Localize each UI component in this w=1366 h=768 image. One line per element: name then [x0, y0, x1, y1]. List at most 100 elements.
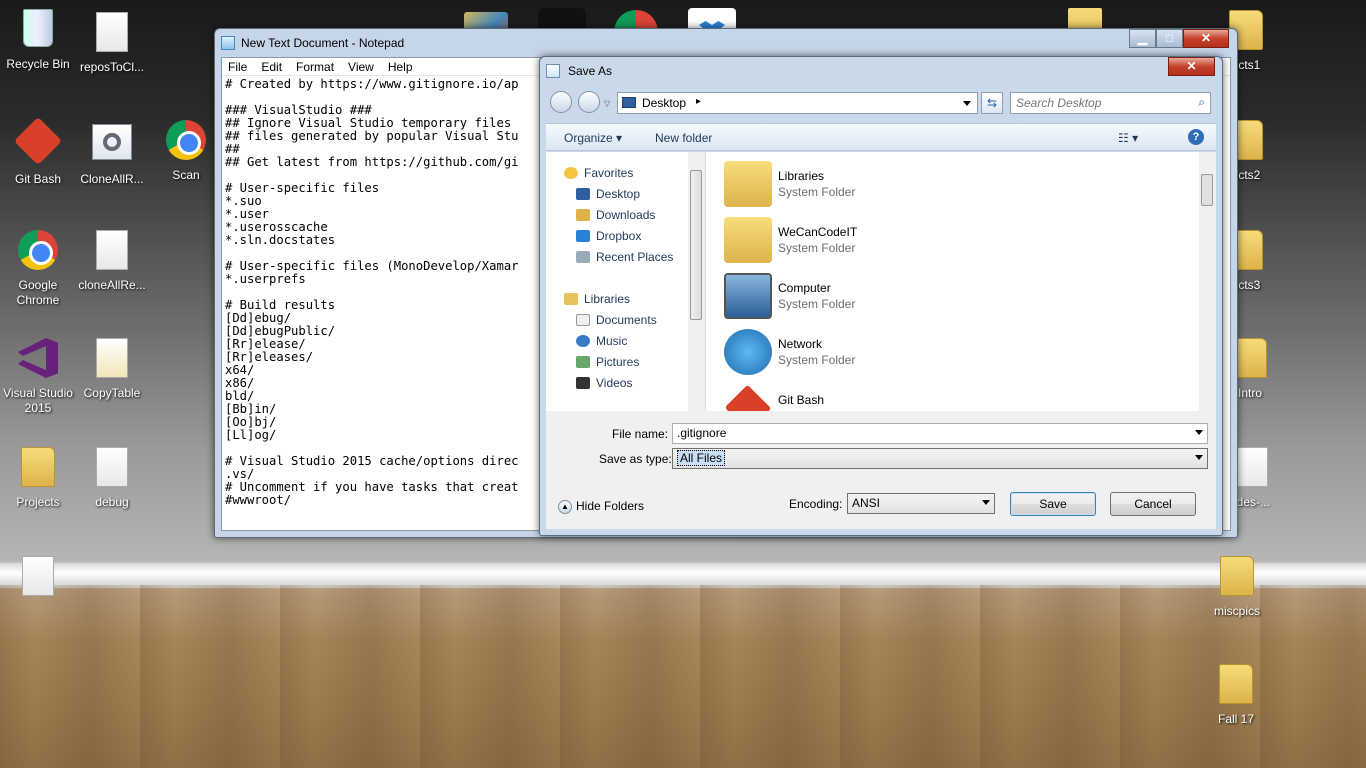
chevron-down-icon[interactable]: [1195, 430, 1203, 435]
file-item-type: System Folder: [778, 353, 856, 367]
maximize-button[interactable]: □: [1156, 29, 1183, 48]
dropbox-icon: [576, 229, 590, 242]
chevron-down-icon[interactable]: [963, 101, 971, 106]
desktop-icon-label: miscpics: [1213, 604, 1260, 618]
recent-locations-icon[interactable]: ▽: [604, 99, 610, 108]
file-item-type: System Folder: [778, 241, 856, 255]
nav-item-music[interactable]: Music: [564, 330, 698, 351]
minimize-button[interactable]: ▁: [1129, 29, 1156, 48]
desktop-icon-copytable[interactable]: CopyTable: [74, 336, 150, 400]
command-bar: Organize ▾ New folder ☷ ▾ ?: [546, 123, 1216, 151]
libraries-icon: [564, 292, 578, 305]
nav-scrollbar[interactable]: [688, 152, 705, 411]
desktop-icon-visual-studio[interactable]: Visual Studio 2015: [0, 336, 76, 416]
nav-item-pictures[interactable]: Pictures: [564, 351, 698, 372]
downloads-icon: [576, 208, 590, 221]
pictures-icon: [576, 355, 590, 368]
save-as-dialog[interactable]: Save As ✕ ▽ Desktop ▸ ⇆ ⌕ Organize ▾ New…: [539, 56, 1223, 536]
nav-libraries[interactable]: Libraries: [564, 288, 698, 309]
file-item[interactable]: Libraries System Folder: [706, 156, 1196, 212]
address-bar[interactable]: Desktop ▸: [617, 92, 978, 114]
navigation-pane: Favorites Desktop Downloads Dropbox Rece…: [546, 152, 706, 411]
file-item[interactable]: Network System Folder: [706, 324, 1196, 380]
visual-studio-icon: [16, 338, 60, 382]
save-as-titlebar[interactable]: Save As: [540, 57, 1222, 85]
notepad-titlebar[interactable]: New Text Document - Notepad: [215, 29, 1237, 57]
folder-icon: [1214, 664, 1258, 708]
view-options-button[interactable]: ☷ ▾: [1118, 131, 1138, 145]
file-item[interactable]: WeCanCodeIT System Folder: [706, 212, 1196, 268]
search-box[interactable]: ⌕: [1010, 92, 1211, 114]
organize-button[interactable]: Organize ▾: [564, 131, 622, 145]
close-button[interactable]: ✕: [1183, 29, 1229, 48]
desktop-icon-git-bash[interactable]: Git Bash: [0, 116, 76, 186]
desktop-icon-repostocl[interactable]: reposToCl...: [74, 10, 150, 74]
text-file-icon: [90, 230, 134, 274]
desktop-icon-label: Google Chrome: [16, 278, 60, 307]
chrome-icon: [164, 120, 208, 164]
desktop-icon-cloneallr[interactable]: CloneAllR...: [74, 120, 150, 186]
forward-button[interactable]: [578, 91, 600, 113]
file-list-scrollbar[interactable]: [1199, 152, 1216, 411]
file-item-type: System Folder: [778, 297, 856, 311]
desktop-icon-recycle-bin[interactable]: Recycle Bin: [0, 6, 76, 71]
desktop-icon-google-chrome[interactable]: Google Chrome: [0, 228, 76, 308]
desktop-icon-debug[interactable]: debug: [74, 445, 150, 509]
nav-favorites[interactable]: Favorites: [564, 162, 698, 183]
wallpaper-floor: [0, 585, 1366, 768]
menu-help[interactable]: Help: [388, 60, 413, 74]
desktop-icon-miscpics[interactable]: miscpics: [1199, 554, 1275, 618]
encoding-select[interactable]: ANSI: [847, 493, 995, 514]
chevron-down-icon[interactable]: [1195, 455, 1203, 460]
desktop-icon-untitled-file[interactable]: [0, 554, 76, 604]
file-item[interactable]: Computer System Folder: [706, 268, 1196, 324]
encoding-label: Encoding:: [789, 497, 843, 511]
organize-label: Organize: [564, 131, 613, 145]
chevron-down-icon[interactable]: [982, 500, 990, 505]
nav-item-videos[interactable]: Videos: [564, 372, 698, 393]
close-button[interactable]: ✕: [1168, 57, 1215, 76]
nav-item-downloads[interactable]: Downloads: [564, 204, 698, 225]
scrollbar-thumb[interactable]: [1201, 174, 1213, 206]
save-type-select[interactable]: All Files: [672, 448, 1208, 469]
desktop-icon-label: Visual Studio 2015: [3, 386, 73, 415]
menu-file[interactable]: File: [228, 60, 247, 74]
desktop-icon-scan[interactable]: Scan: [148, 118, 224, 182]
text-file-icon: [16, 556, 60, 600]
desktop-icon-label: Recycle Bin: [6, 57, 70, 71]
menu-edit[interactable]: Edit: [261, 60, 282, 74]
file-name-field[interactable]: .gitignore: [672, 423, 1208, 444]
chevron-up-icon: ▲: [558, 499, 572, 514]
documents-icon: [576, 313, 590, 326]
hide-folders-button[interactable]: ▲ Hide Folders: [558, 499, 644, 514]
nav-item-recent-places[interactable]: Recent Places: [564, 246, 698, 267]
desktop-icon-label: Git Bash: [14, 172, 62, 186]
back-button[interactable]: [550, 91, 572, 113]
scrollbar-thumb[interactable]: [690, 170, 702, 320]
search-input[interactable]: [1016, 94, 1186, 112]
desktop-icon-label: reposToCl...: [79, 60, 145, 74]
desktop-icon-fall17[interactable]: Fall 17: [1198, 662, 1274, 726]
desktop-icon-projects[interactable]: Projects: [0, 445, 76, 509]
new-folder-button[interactable]: New folder: [655, 131, 712, 145]
cancel-button[interactable]: Cancel: [1110, 492, 1196, 516]
save-button[interactable]: Save: [1010, 492, 1096, 516]
menu-view[interactable]: View: [348, 60, 374, 74]
chevron-right-icon[interactable]: ▸: [696, 96, 701, 107]
save-as-icon: [546, 64, 560, 78]
nav-item-documents[interactable]: Documents: [564, 309, 698, 330]
breadcrumb[interactable]: Desktop: [642, 96, 686, 110]
nav-item-desktop[interactable]: Desktop: [564, 183, 698, 204]
help-icon[interactable]: ?: [1188, 129, 1204, 145]
nav-label: Videos: [596, 375, 633, 390]
nav-item-dropbox[interactable]: Dropbox: [564, 225, 698, 246]
desktop-icon-cloneallre[interactable]: cloneAllRe...: [74, 228, 150, 292]
text-file-icon: [90, 12, 134, 56]
search-icon: ⌕: [1198, 95, 1205, 109]
user-folder-icon: [724, 217, 772, 263]
refresh-icon[interactable]: ⇆: [981, 92, 1003, 114]
menu-format[interactable]: Format: [296, 60, 334, 74]
script-icon: [90, 124, 134, 168]
recent-places-icon: [576, 250, 590, 263]
file-list: Libraries System Folder WeCanCodeIT System …: [706, 152, 1216, 432]
